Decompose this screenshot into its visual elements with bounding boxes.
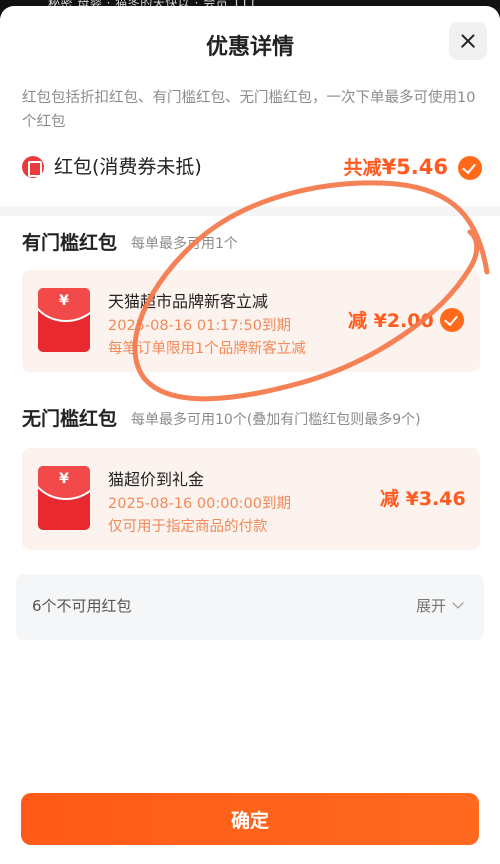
coupon-name: 天猫超市品牌新客立减 — [108, 292, 269, 311]
coupon-rule: 每笔订单限用1个品牌新客立减 — [108, 341, 306, 357]
no-threshold-section-title: 无门槛红包 — [22, 408, 118, 430]
threshold-section-subtitle: 每单最多可用1个 — [131, 236, 238, 252]
yuan-icon: ¥ — [59, 471, 69, 487]
chevron-down-icon — [452, 597, 464, 609]
summary-total: 共减¥5.46 — [344, 154, 448, 181]
coupon-rule: 仅可用于指定商品的付款 — [108, 519, 268, 535]
summary-total-amount: ¥5.46 — [381, 155, 448, 179]
coupon-amount: 减 ¥3.46 — [380, 488, 466, 510]
section-divider — [0, 206, 500, 216]
coupon-check-icon[interactable] — [440, 308, 464, 332]
confirm-button[interactable]: 确定 — [21, 793, 479, 845]
red-envelope-icon: ¥ — [38, 466, 90, 530]
red-packet-icon — [22, 156, 44, 178]
threshold-red-packet-card[interactable]: ¥ 天猫超市品牌新客立减 2025-08-16 01:17:50到期 每笔订单限… — [22, 270, 480, 372]
coupon-expiry: 2025-08-16 00:00:00到期 — [108, 496, 291, 512]
red-packet-summary[interactable]: 红包(消费券未抵) 共减¥5.46 — [22, 154, 482, 182]
no-threshold-section-subtitle: 每单最多可用10个(叠加有门槛红包则最多9个) — [131, 412, 421, 428]
close-button[interactable] — [449, 22, 487, 60]
coupon-name: 猫超价到礼金 — [108, 470, 205, 489]
red-envelope-icon: ¥ — [38, 288, 90, 352]
discount-detail-sheet: 优惠详情 红包包括折扣红包、有门槛红包、无门槛红包，一次下单最多可使用10个红包… — [0, 6, 500, 864]
no-threshold-red-packet-card[interactable]: ¥ 猫超价到礼金 2025-08-16 00:00:00到期 仅可用于指定商品的… — [22, 448, 480, 550]
coupon-expiry: 2025-08-16 01:17:50到期 — [108, 318, 291, 334]
sheet-title: 优惠详情 — [205, 35, 294, 60]
summary-total-prefix: 共减 — [343, 157, 382, 179]
expand-link[interactable]: 展开 — [416, 595, 446, 616]
red-packet-description: 红包包括折扣红包、有门槛红包、无门槛红包，一次下单最多可使用10个红包 — [22, 90, 476, 130]
summary-check-icon[interactable] — [458, 156, 482, 180]
unavailable-red-packets-row[interactable]: 6个不可用红包 展开 — [16, 574, 484, 640]
coupon-amount: 减 ¥2.00 — [348, 310, 434, 332]
summary-label: 红包(消费券未抵) — [54, 156, 202, 178]
unavailable-label: 6个不可用红包 — [32, 597, 132, 615]
threshold-section-title: 有门槛红包 — [22, 232, 118, 254]
yuan-icon: ¥ — [59, 293, 69, 309]
